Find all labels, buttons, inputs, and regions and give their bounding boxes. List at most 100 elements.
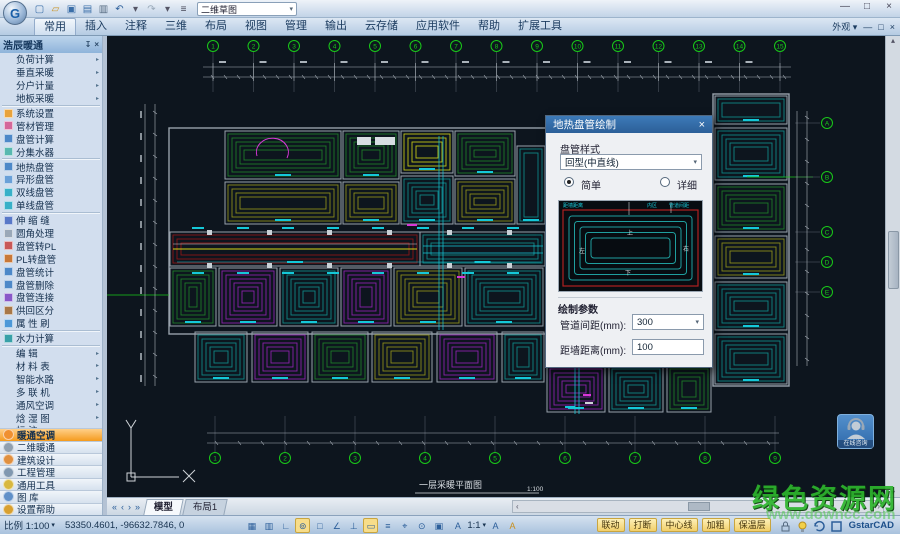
grid-icon[interactable]: ▥ [261, 518, 276, 533]
tab-nav-icon-0[interactable]: « [112, 502, 117, 512]
pipe-spacing-combo[interactable]: 300▾ [632, 314, 704, 330]
sidebar-item[interactable]: 盘管统计 [0, 265, 102, 278]
sidebar-nav-工程管理[interactable]: 工程管理 [0, 465, 102, 477]
dialog-title-bar[interactable]: 地热盘管绘制 × [546, 116, 712, 133]
radio-simple-label[interactable]: 简单 [581, 177, 601, 192]
minimize-button[interactable]: — [838, 1, 852, 12]
osnap-icon[interactable]: □ [312, 518, 327, 533]
print-icon[interactable]: ▥ [96, 2, 111, 17]
sidebar-nav-建筑设计[interactable]: 建筑设计 [0, 453, 102, 465]
sidebar-item[interactable]: 分集水器 [0, 145, 102, 158]
perp-icon[interactable]: ⊥ [346, 518, 361, 533]
sidebar-item[interactable]: 地热盘管 [0, 160, 102, 173]
sidebar-nav-二维暖通[interactable]: 二维暖通 [0, 441, 102, 453]
anno-auto-icon[interactable]: A [505, 518, 520, 533]
angle-icon[interactable]: ∠ [329, 518, 344, 533]
tab-nav-icon-3[interactable]: » [135, 502, 140, 512]
ribbon-restore-button[interactable]: □ [878, 22, 883, 32]
tab-nav-icon-2[interactable]: › [128, 502, 131, 512]
sidebar-item[interactable]: 盘管删除 [0, 278, 102, 291]
coil-style-combo[interactable]: 回型(中直线)▾ [560, 154, 702, 170]
ribbon-tab-2[interactable]: 插入 [76, 18, 116, 35]
sidebar-item[interactable]: 多 联 机▸ [0, 385, 102, 398]
pin-icon[interactable]: ↧ [85, 40, 92, 49]
vertical-scrollbar[interactable]: ▴ ▾ [885, 36, 900, 497]
palette-header[interactable]: 浩辰暖通 ↧ × [0, 36, 102, 53]
online-consult-button[interactable]: 在线咨询 [837, 414, 874, 449]
ribbon-tab-12[interactable]: 扩展工具 [509, 18, 571, 35]
sidebar-item[interactable]: 供回区分 [0, 304, 102, 317]
radio-detail-label[interactable]: 详细 [677, 177, 697, 192]
appearance-menu[interactable]: 外观 ▾ [832, 20, 857, 33]
dyn-input-icon[interactable]: ▭ [363, 518, 378, 533]
horizontal-scroll-thumb[interactable] [688, 502, 710, 511]
undo-menu-icon[interactable]: ▾ [128, 2, 143, 17]
toggle-打断[interactable]: 打断 [629, 518, 657, 532]
ribbon-tab-1[interactable]: 常用 [34, 18, 76, 35]
ribbon-minimize-button[interactable]: — [863, 22, 872, 32]
sidebar-item[interactable]: PL转盘管 [0, 252, 102, 265]
sidebar-item[interactable]: 伸 缩 缝 [0, 214, 102, 227]
new-icon[interactable]: ▢ [32, 2, 47, 17]
sidebar-item[interactable]: 属 性 刷 [0, 317, 102, 330]
scale-selector[interactable]: 比例 1:100▾ [4, 518, 55, 532]
ribbon-tab-11[interactable]: 帮助 [469, 18, 509, 35]
palette-close-icon[interactable]: × [94, 40, 99, 49]
radio-detail[interactable] [660, 177, 670, 187]
workspace-combo[interactable]: 二维草图 ▾ [197, 2, 297, 16]
save-as-icon[interactable]: ▤ [80, 2, 95, 17]
sidebar-item[interactable]: 垂直采暖▸ [0, 66, 102, 79]
redo-icon[interactable]: ↷ [144, 2, 159, 17]
quick-view-icon[interactable]: ▣ [431, 518, 446, 533]
app-logo-icon[interactable]: G [3, 1, 27, 25]
save-icon[interactable]: ▣ [64, 2, 79, 17]
maximize-button[interactable]: □ [860, 1, 874, 12]
undo-icon[interactable]: ↶ [112, 2, 127, 17]
qat-more-icon[interactable]: ≡ [176, 2, 191, 17]
radio-simple[interactable] [564, 177, 574, 187]
lineweight-icon[interactable]: ≡ [380, 518, 395, 533]
scroll-left-icon[interactable]: ‹ [513, 502, 522, 511]
drawing-canvas[interactable]: 123456789101112131415123456789ABCDE一层采暖平… [107, 36, 885, 497]
ribbon-tab-5[interactable]: 布局 [196, 18, 236, 35]
sidebar-item[interactable]: 圆角处理 [0, 227, 102, 240]
sidebar-item[interactable]: 盘管连接 [0, 291, 102, 304]
sidebar-item[interactable]: 盘管转PL [0, 239, 102, 252]
sidebar-item[interactable]: 地板采暖▸ [0, 92, 102, 105]
dialog-close-icon[interactable]: × [699, 119, 705, 131]
sidebar-item[interactable]: 通风空调▸ [0, 398, 102, 411]
ribbon-tab-10[interactable]: 应用软件 [407, 18, 469, 35]
sidebar-item[interactable]: 盘管计算 [0, 132, 102, 145]
sidebar-item[interactable]: 分户计量▸ [0, 79, 102, 92]
close-button[interactable]: × [882, 1, 896, 12]
ribbon-tab-4[interactable]: 三维 [156, 18, 196, 35]
sidebar-nav-设置帮助[interactable]: 设置帮助 [0, 503, 102, 515]
ribbon-tab-7[interactable]: 管理 [276, 18, 316, 35]
sidebar-nav-图 库[interactable]: 图 库 [0, 490, 102, 502]
snap-icon[interactable]: ▦ [244, 518, 259, 533]
sidebar-item[interactable]: 管材管理 [0, 119, 102, 132]
sidebar-item[interactable]: 智能水路▸ [0, 372, 102, 385]
sidebar-item[interactable]: 编 辑▸ [0, 347, 102, 360]
ribbon-tab-6[interactable]: 视图 [236, 18, 276, 35]
tab-nav-icon-1[interactable]: ‹ [121, 502, 124, 512]
annotation-scale[interactable]: A 1:1▾ A A [450, 518, 520, 533]
polar-icon[interactable]: ⊚ [295, 518, 310, 533]
sidebar-item[interactable]: 双线盘管 [0, 186, 102, 199]
ribbon-close-button[interactable]: × [890, 22, 895, 32]
sidebar-nav-暖通空调[interactable]: 暖通空调 [0, 428, 102, 440]
ortho-icon[interactable]: ∟ [278, 518, 293, 533]
ribbon-tab-9[interactable]: 云存储 [356, 18, 407, 35]
redo-menu-icon[interactable]: ▾ [160, 2, 175, 17]
track-icon[interactable]: ⌖ [397, 518, 412, 533]
scroll-up-icon[interactable]: ▴ [891, 36, 895, 45]
vertical-scroll-thumb[interactable] [888, 231, 899, 289]
tab-model[interactable]: 模型 [143, 499, 183, 515]
tab-layout1[interactable]: 布局1 [182, 499, 228, 515]
sidebar-item[interactable]: 负荷计算▸ [0, 53, 102, 66]
sidebar-item[interactable]: 异形盘管 [0, 173, 102, 186]
wall-distance-input[interactable]: 100 [632, 339, 704, 355]
anno-visibility-icon[interactable]: A [488, 518, 503, 533]
sidebar-nav-通用工具[interactable]: 通用工具 [0, 478, 102, 490]
toggle-中心线[interactable]: 中心线 [661, 518, 698, 532]
